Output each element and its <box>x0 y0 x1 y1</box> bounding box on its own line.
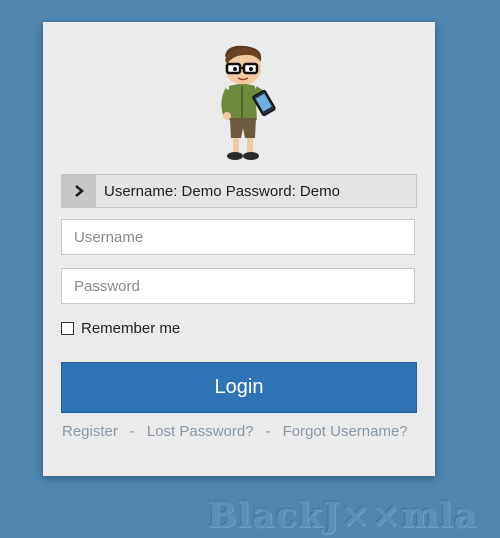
forgot-username-link[interactable]: Forgot Username? <box>283 423 408 440</box>
remember-me-checkbox[interactable] <box>61 322 74 335</box>
demo-credentials-hint: Username: Demo Password: Demo <box>61 174 417 208</box>
account-links: Register - Lost Password? - Forgot Username? <box>62 423 408 440</box>
mascot-logo-icon <box>221 45 276 160</box>
remember-me-label[interactable]: Remember me <box>81 320 180 337</box>
password-input[interactable] <box>61 268 415 304</box>
login-button[interactable]: Login <box>61 362 417 413</box>
username-input[interactable] <box>61 219 415 255</box>
link-separator: - <box>265 423 271 440</box>
demo-credentials-text: Username: Demo Password: Demo <box>104 182 340 200</box>
link-separator: - <box>129 423 135 440</box>
lost-password-link[interactable]: Lost Password? <box>147 423 254 440</box>
watermark: BlackJ××mla <box>207 495 478 536</box>
remember-me-row[interactable]: Remember me <box>61 320 180 337</box>
login-panel: Username: Demo Password: Demo Remember m… <box>43 22 435 476</box>
chevron-right-icon <box>62 175 96 207</box>
register-link[interactable]: Register <box>62 423 118 440</box>
